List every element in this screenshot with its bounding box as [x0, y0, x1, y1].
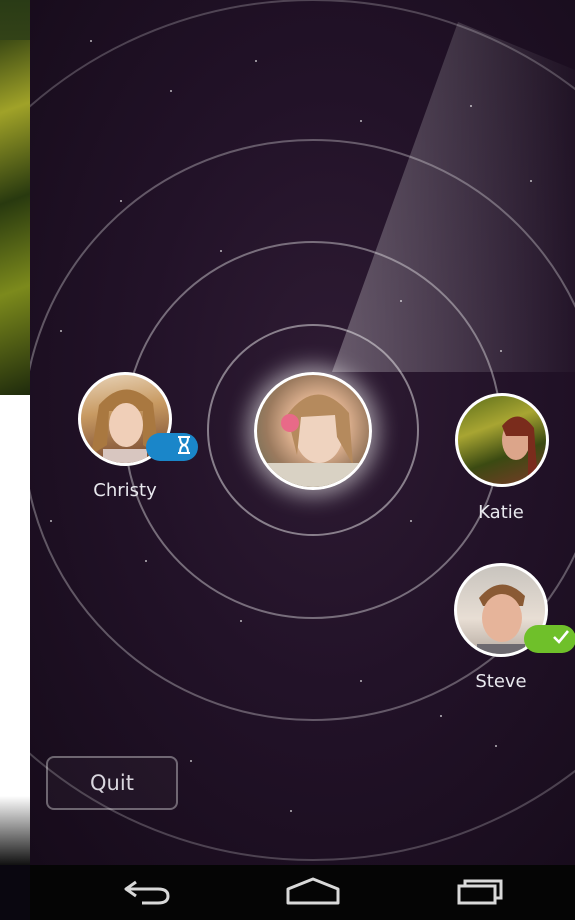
system-navigation-bar	[30, 865, 575, 920]
peer-avatar-katie[interactable]	[455, 393, 549, 487]
star	[470, 105, 472, 107]
star	[145, 560, 147, 562]
hourglass-icon	[176, 436, 192, 458]
own-avatar	[254, 372, 372, 490]
waiting-badge	[146, 433, 198, 461]
star	[170, 90, 172, 92]
star	[495, 745, 497, 747]
star	[190, 760, 192, 762]
star	[530, 180, 532, 182]
radar-sweep	[332, 22, 575, 372]
star	[290, 810, 292, 812]
home-button[interactable]	[273, 873, 353, 913]
star	[255, 60, 257, 62]
star	[240, 620, 242, 622]
star	[90, 40, 92, 42]
star	[360, 120, 362, 122]
star	[50, 520, 52, 522]
home-icon	[284, 876, 342, 910]
back-button[interactable]	[108, 873, 188, 913]
recents-button[interactable]	[440, 873, 520, 913]
recents-icon	[455, 876, 505, 910]
star	[500, 350, 502, 352]
katie-portrait	[502, 416, 538, 484]
app-screen: Christy Katie Steve Quit	[0, 0, 575, 920]
star	[60, 330, 62, 332]
peer-name-christy: Christy	[93, 480, 157, 501]
back-icon	[122, 876, 174, 910]
star	[400, 300, 402, 302]
star	[410, 520, 412, 522]
checkmark-icon	[552, 629, 570, 649]
previous-app-photo	[0, 40, 30, 395]
quit-button[interactable]: Quit	[46, 756, 178, 810]
accepted-badge	[524, 625, 575, 653]
star	[220, 250, 222, 252]
peer-name-steve: Steve	[475, 671, 527, 692]
star	[120, 200, 122, 202]
star	[440, 715, 442, 717]
star	[360, 680, 362, 682]
previous-app-edge	[0, 0, 30, 865]
peer-name-katie: Katie	[478, 502, 524, 523]
own-avatar-portrait	[257, 394, 369, 487]
radar-view: Christy Katie Steve	[30, 0, 575, 865]
